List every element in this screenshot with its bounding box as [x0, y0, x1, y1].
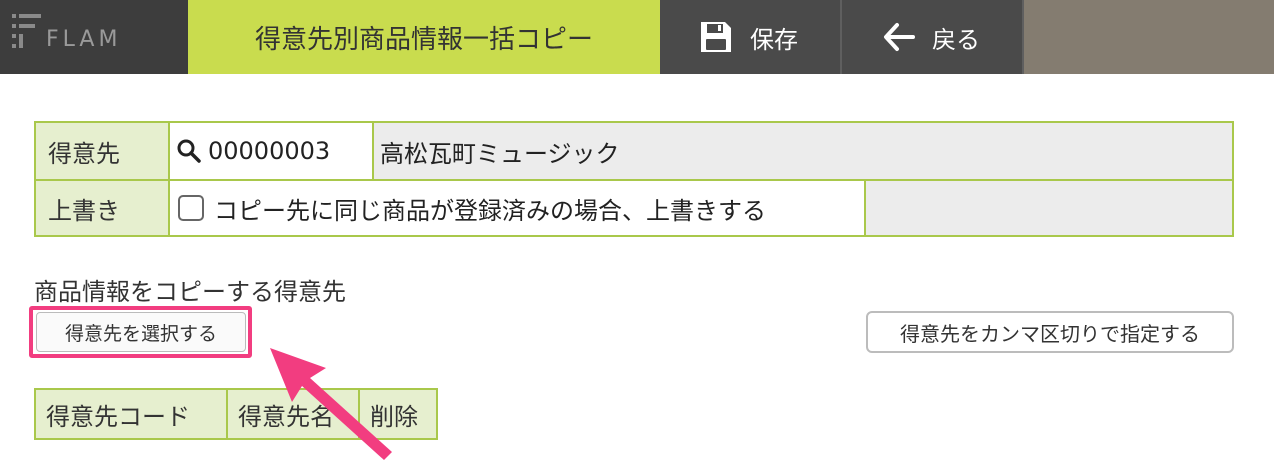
- back-button[interactable]: 戻る: [842, 0, 1024, 74]
- highlight-box: [29, 306, 252, 358]
- column-header-customer-code: 得意先コード: [46, 402, 190, 431]
- overwrite-checkbox[interactable]: [178, 195, 204, 221]
- page-title: 得意先別商品情報一括コピー: [188, 0, 660, 74]
- app-header: FLAM 得意先別商品情報一括コピー 保存 戻る: [0, 0, 1274, 74]
- logo-text: FLAM: [46, 27, 122, 52]
- customer-code-value: 00000003: [208, 137, 331, 165]
- floppy-disk-icon: [701, 22, 731, 52]
- flam-logo-mark-icon: [12, 14, 41, 48]
- arrow-left-icon: [884, 23, 915, 51]
- overwrite-option-label: コピー先に同じ商品が登録済みの場合、上書きする: [214, 196, 766, 225]
- customer-label: 得意先: [36, 123, 170, 179]
- overwrite-option[interactable]: コピー先に同じ商品が登録済みの場合、上書きする: [170, 181, 866, 235]
- customer-code-field[interactable]: 00000003: [170, 123, 374, 179]
- annotation-arrow-icon: [270, 348, 392, 460]
- overwrite-empty-cell: [866, 181, 1232, 235]
- back-button-label: 戻る: [932, 25, 980, 54]
- search-icon[interactable]: [176, 138, 202, 164]
- section-title: 商品情報をコピーする得意先: [34, 278, 346, 306]
- customer-name-value: 高松瓦町ミュージック: [374, 123, 1232, 179]
- customer-form-table: 得意先 00000003 高松瓦町ミュージック 上書き コピー先に同じ商品が登録…: [34, 121, 1234, 237]
- overwrite-row: 上書き コピー先に同じ商品が登録済みの場合、上書きする: [36, 179, 1232, 235]
- header-spacer: [1024, 0, 1274, 74]
- comma-separated-customer-button[interactable]: 得意先をカンマ区切りで指定する: [866, 311, 1234, 353]
- flam-logo[interactable]: FLAM: [0, 0, 188, 74]
- overwrite-label: 上書き: [36, 181, 170, 235]
- save-button-label: 保存: [750, 25, 798, 54]
- customer-row: 得意先 00000003 高松瓦町ミュージック: [36, 123, 1232, 179]
- save-button[interactable]: 保存: [660, 0, 842, 74]
